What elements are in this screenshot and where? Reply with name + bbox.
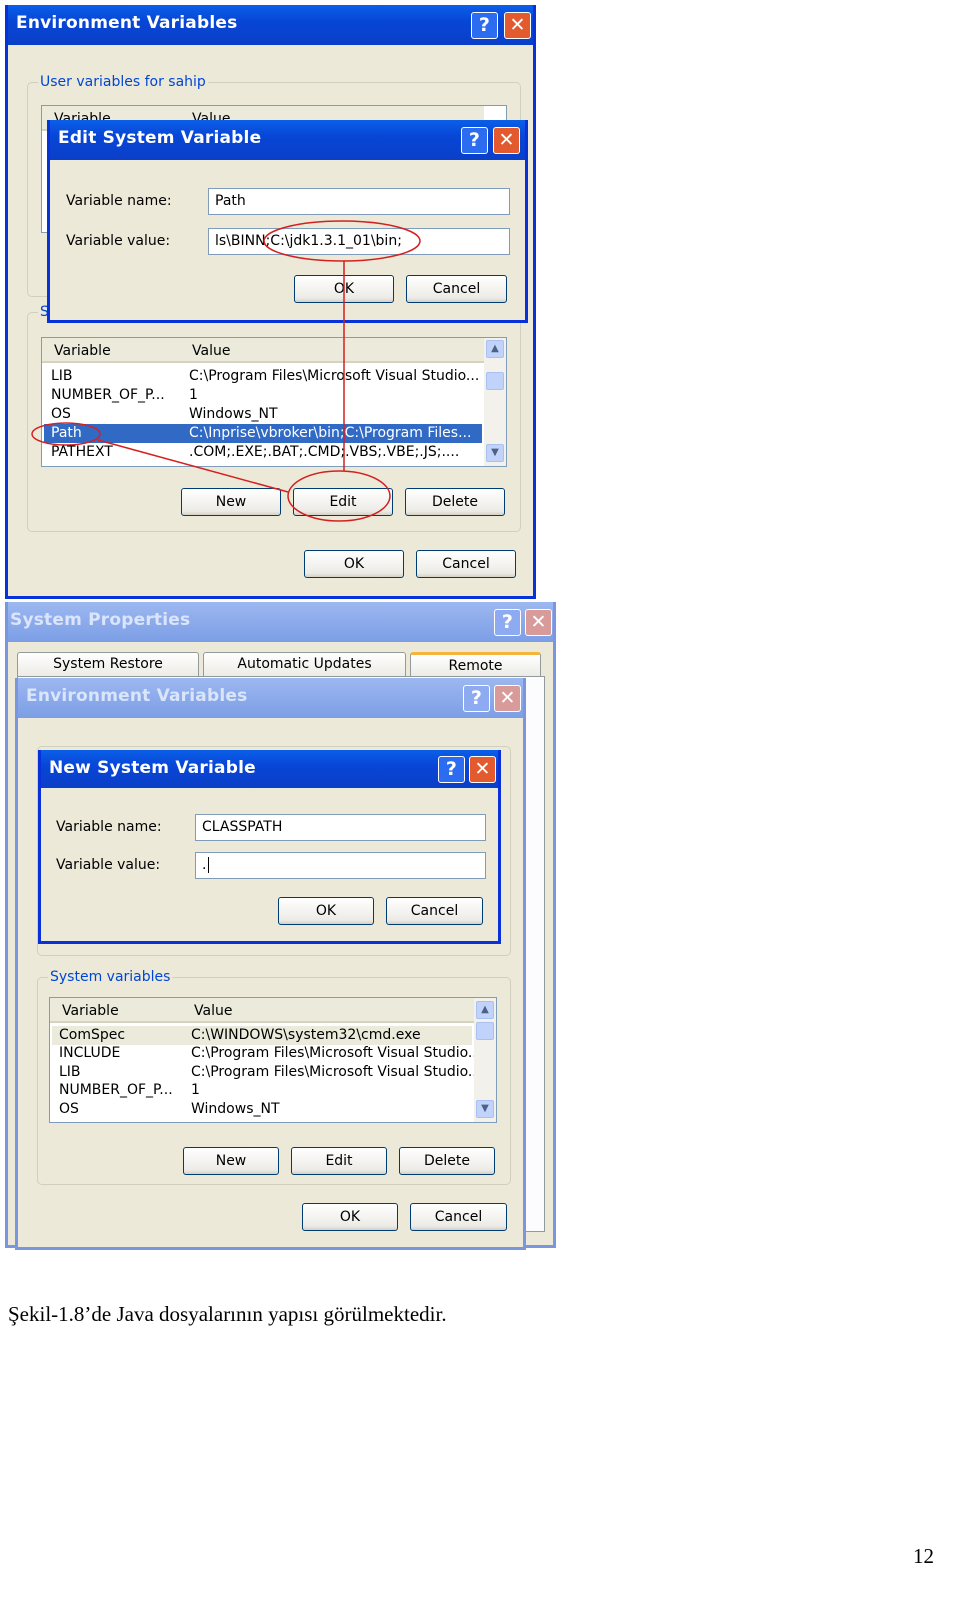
scroll-down-icon[interactable]: ▼ — [476, 1100, 494, 1118]
window-title: System Properties — [10, 610, 191, 630]
annotation-ellipse-path — [31, 422, 101, 446]
help-icon[interactable]: ? — [494, 609, 521, 636]
cell-variable: OS — [59, 1101, 79, 1117]
new-button[interactable]: New — [183, 1147, 279, 1175]
annotation-overlay — [31, 220, 421, 522]
figure-caption: Şekil-1.8’de Java dosyalarının yapısı gö… — [8, 1302, 447, 1326]
list-header: Variable Value — [50, 998, 474, 1023]
title-bar: Environment Variables ? ✕ — [18, 678, 523, 718]
ok-button[interactable]: OK — [278, 897, 374, 925]
close-icon[interactable]: ✕ — [525, 609, 552, 636]
help-icon[interactable]: ? — [438, 756, 465, 783]
scroll-up-icon[interactable]: ▲ — [476, 1001, 494, 1019]
annotation-ellipse-value — [263, 220, 421, 262]
help-icon[interactable]: ? — [463, 685, 490, 712]
cell-variable: ComSpec — [59, 1027, 126, 1043]
close-icon[interactable]: ✕ — [469, 756, 496, 783]
cell-value: C:\Program Files\Microsoft Visual Studio… — [191, 1064, 482, 1080]
cancel-button[interactable]: Cancel — [410, 1203, 507, 1231]
cell-variable: INCLUDE — [59, 1045, 121, 1061]
scrollbar[interactable]: ▲ ▼ — [474, 998, 496, 1122]
edit-button[interactable]: Edit — [291, 1147, 387, 1175]
cell-variable: NUMBER_OF_P... — [59, 1082, 173, 1098]
dialog-title: New System Variable — [49, 758, 256, 778]
variable-value-input[interactable]: . — [195, 852, 486, 879]
input-text: . — [202, 857, 207, 873]
ok-button[interactable]: OK — [302, 1203, 398, 1231]
title-bar: New System Variable ? ✕ — [41, 750, 498, 788]
cell-value: Windows_NT — [191, 1101, 280, 1117]
close-icon[interactable]: ✕ — [494, 685, 521, 712]
cancel-button[interactable]: Cancel — [386, 897, 483, 925]
text-cursor — [208, 857, 210, 873]
title-bar: System Properties ? ✕ — [8, 602, 553, 642]
table-row-selected[interactable]: ComSpec C:\WINDOWS\system32\cmd.exe — [52, 1026, 472, 1045]
column-variable[interactable]: Variable — [62, 1003, 119, 1019]
window-title: Environment Variables — [26, 686, 248, 706]
table-row[interactable]: OS Windows_NT — [52, 1100, 472, 1119]
cell-variable: LIB — [59, 1064, 81, 1080]
annotation-line — [97, 439, 289, 493]
table-row[interactable]: INCLUDE C:\Program Files\Microsoft Visual… — [52, 1044, 481, 1063]
table-row[interactable]: NUMBER_OF_P... 1 — [52, 1081, 472, 1100]
new-system-variable-dialog: New System Variable ? ✕ Variable name: V… — [38, 750, 501, 944]
cell-value: 1 — [191, 1082, 200, 1098]
variable-value-label: Variable value: — [56, 857, 161, 873]
page-number: 12 — [913, 1544, 934, 1568]
system-variables-list[interactable]: Variable Value ComSpec C:\WINDOWS\system32… — [49, 997, 497, 1123]
cell-value: C:\Program Files\Microsoft Visual Studio… — [191, 1045, 482, 1061]
delete-button[interactable]: Delete — [399, 1147, 495, 1175]
table-row[interactable]: LIB C:\Program Files\Microsoft Visual Stu… — [52, 1063, 481, 1082]
annotation-ellipse-edit — [287, 470, 391, 522]
variable-name-input[interactable]: CLASSPATH — [195, 814, 486, 841]
tab-automatic-updates[interactable]: Automatic Updates — [203, 652, 406, 676]
column-value[interactable]: Value — [194, 1003, 232, 1019]
cell-value: C:\WINDOWS\system32\cmd.exe — [191, 1027, 421, 1043]
variable-name-label: Variable name: — [56, 819, 162, 835]
tab-system-restore[interactable]: System Restore — [17, 652, 199, 676]
tab-remote[interactable]: Remote — [410, 652, 541, 676]
group-label: System variables — [48, 969, 173, 985]
scroll-thumb[interactable] — [476, 1022, 494, 1040]
system-variables-group: System variables Variable Value ComSpec C:… — [37, 969, 511, 1185]
